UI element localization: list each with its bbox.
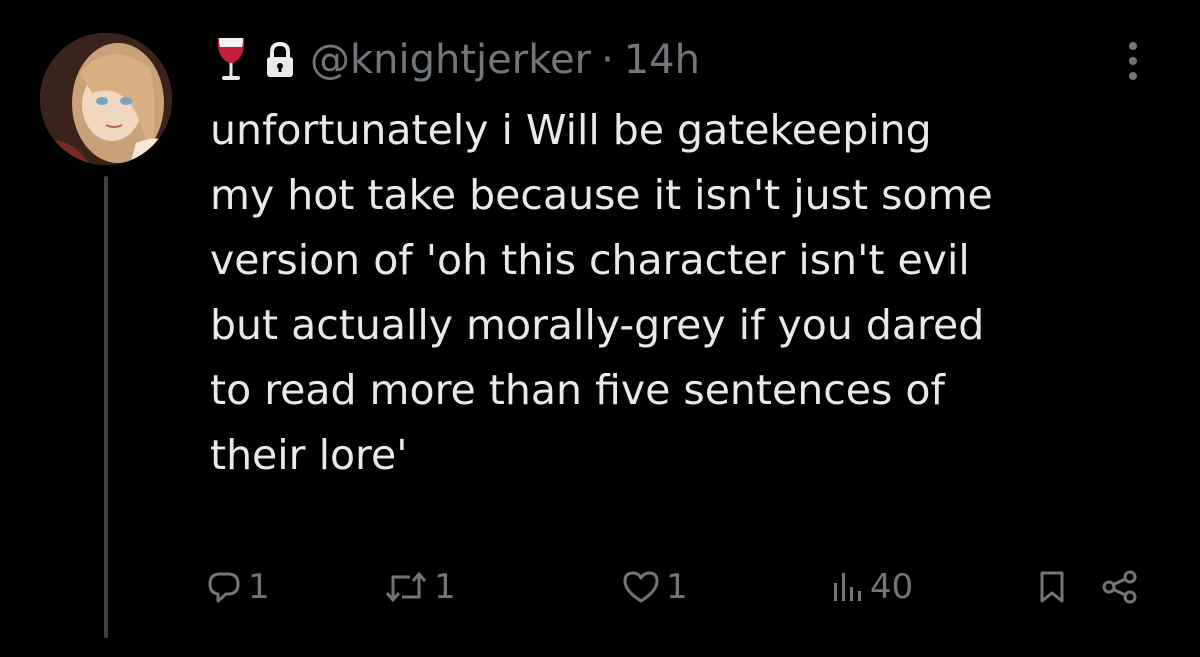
tweet[interactable]: @knightjerker · 14h unfortunately i Will… [0,0,1200,657]
separator-dot: · [601,37,614,83]
retweet-count: 1 [434,567,456,607]
tweet-actions: 1 1 1 40 [0,562,1200,612]
share-icon [1102,570,1137,604]
views-button[interactable]: 40 [830,562,913,612]
lock-icon [264,40,296,80]
reply-button[interactable]: 1 [206,562,270,612]
reply-icon [208,572,240,603]
heart-icon [623,571,659,603]
bookmark-icon [1040,571,1064,603]
share-button[interactable] [1100,562,1140,612]
reply-count: 1 [248,567,270,607]
like-count: 1 [666,567,688,607]
tweet-header: @knightjerker · 14h [214,30,700,90]
bar-chart-icon [834,573,861,601]
tweet-text: unfortunately i Will be gatekeeping my h… [210,106,993,479]
like-button[interactable]: 1 [622,562,688,612]
more-dots-icon [1129,42,1137,80]
bookmark-button[interactable] [1036,562,1068,612]
avatar[interactable] [40,33,172,165]
user-handle[interactable]: @knightjerker [310,37,591,83]
timestamp[interactable]: 14h [624,37,700,83]
retweet-icon [385,571,427,603]
more-options-button[interactable] [1118,40,1148,82]
retweet-button[interactable]: 1 [384,562,456,612]
avatar-image [40,33,172,165]
wine-glass-icon [214,36,248,84]
views-count: 40 [870,567,914,607]
